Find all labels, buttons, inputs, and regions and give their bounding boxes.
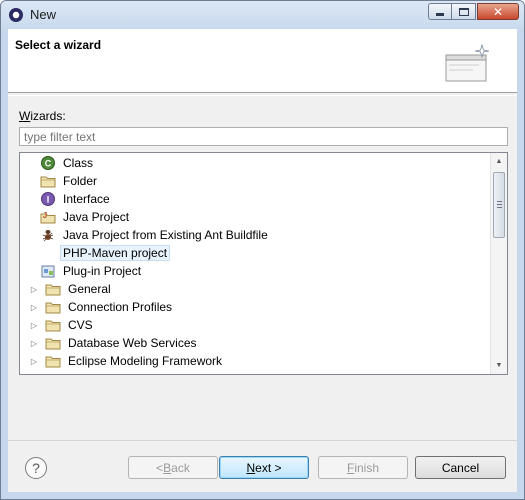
tree-category[interactable]: ▷ General [29,280,114,298]
tree-item-label: Folder [63,174,98,188]
new-wizard-window: New ✕ Select a wizard Wizards: C Class Fol… [0,0,525,500]
back-button-label: ack [171,460,190,475]
tree-item[interactable]: J Java Project [40,208,132,226]
grip-line [497,204,502,205]
dialog-body: Select a wizard Wizards: C Class Folder I In… [8,29,517,492]
ant-icon [40,227,56,243]
minimize-icon [436,13,444,16]
page-title: Select a wizard [15,38,102,52]
tree-item[interactable]: Folder [40,172,100,190]
expand-arrow-icon[interactable]: ▷ [29,338,39,348]
expand-arrow-icon[interactable]: ▷ [29,302,39,312]
banner-separator [8,95,517,96]
wizard-banner: Select a wizard [8,29,517,93]
new-wizard-graphic-icon [445,43,490,82]
folder-icon [45,299,61,315]
cancel-button[interactable]: Cancel [415,456,506,479]
folder-icon [40,173,56,189]
next-button-mnemonic: N [246,460,256,475]
wizard-tree[interactable]: C Class Folder I Interface J Java Project Java … [19,152,508,375]
finish-button-label: inish [354,460,380,475]
folder-icon [45,281,61,297]
close-button[interactable]: ✕ [477,3,519,20]
tree-category[interactable]: ▷ CVS [29,316,96,334]
window-title: New [30,7,57,22]
grip-line [497,201,502,202]
scroll-down-icon[interactable]: ▼ [491,357,507,374]
tree-item-label: General [68,282,111,296]
maximize-button[interactable] [452,3,476,20]
expand-arrow-icon[interactable]: ▷ [29,320,39,330]
plugin-project-icon [40,263,56,279]
folder-icon [45,353,61,369]
wizards-label-text: izards: [30,109,66,123]
back-button-mnemonic: B [163,460,172,475]
next-button-label: ext > [255,460,282,475]
expand-arrow-icon[interactable]: ▷ [29,284,39,294]
grip-line [497,207,502,208]
tree-item-label: Java Project from Existing Ant Buildfile [63,228,268,242]
interface-icon: I [40,191,56,207]
tree-item-label: Class [63,156,94,170]
maximize-icon [458,7,469,16]
blank-icon [40,245,56,261]
scroll-up-icon[interactable]: ▲ [491,153,507,170]
tree-item-label: Plug-in Project [63,264,142,278]
close-icon: ✕ [492,4,504,19]
tree-item[interactable]: Plug-in Project [40,262,144,280]
tree-item-label: PHP-Maven project [60,245,171,261]
button-bar-separator [8,440,517,441]
tree-item-label: Connection Profiles [68,300,173,314]
tree-item-label: CVS [68,318,93,332]
eclipse-icon [9,8,23,22]
next-button[interactable]: Next > [219,456,309,479]
filter-input[interactable] [19,127,508,146]
wizards-label-mnemonic: W [19,109,31,123]
scrollbar-thumb[interactable] [493,172,505,238]
back-button[interactable]: < Back [128,456,218,479]
tree-category[interactable]: ▷ Eclipse Modeling Framework [29,352,225,370]
tree-item[interactable]: C Class [40,154,96,172]
vertical-scrollbar[interactable]: ▲ ▼ [490,153,507,374]
svg-text:I: I [47,195,50,205]
tree-item[interactable]: Java Project from Existing Ant Buildfile [40,226,271,244]
svg-text:C: C [45,159,52,169]
class-icon: C [40,155,56,171]
tree-item[interactable]: PHP-Maven project [40,244,171,262]
folder-icon [45,335,61,351]
help-icon[interactable]: ? [25,457,47,479]
finish-button[interactable]: Finish [318,456,408,479]
tree-item[interactable]: I Interface [40,190,113,208]
tree-item-label: Eclipse Modeling Framework [68,354,223,368]
minimize-button[interactable] [428,3,452,20]
tree-category[interactable]: ▷ Connection Profiles [29,298,175,316]
expand-arrow-icon[interactable]: ▷ [29,356,39,366]
tree-item-label: Java Project [63,210,130,224]
title-bar[interactable]: New ✕ [1,1,524,29]
finish-button-mnemonic: F [346,460,355,475]
tree-item-label: Database Web Services [68,336,197,350]
svg-text:J: J [43,211,47,220]
back-button-arrow: < [156,460,164,475]
tree-category[interactable]: ▷ Database Web Services [29,334,200,352]
tree-item-label: Interface [63,192,110,206]
java-project-icon: J [40,209,56,225]
wizards-label: Wizards: [19,109,66,123]
folder-icon [45,317,61,333]
